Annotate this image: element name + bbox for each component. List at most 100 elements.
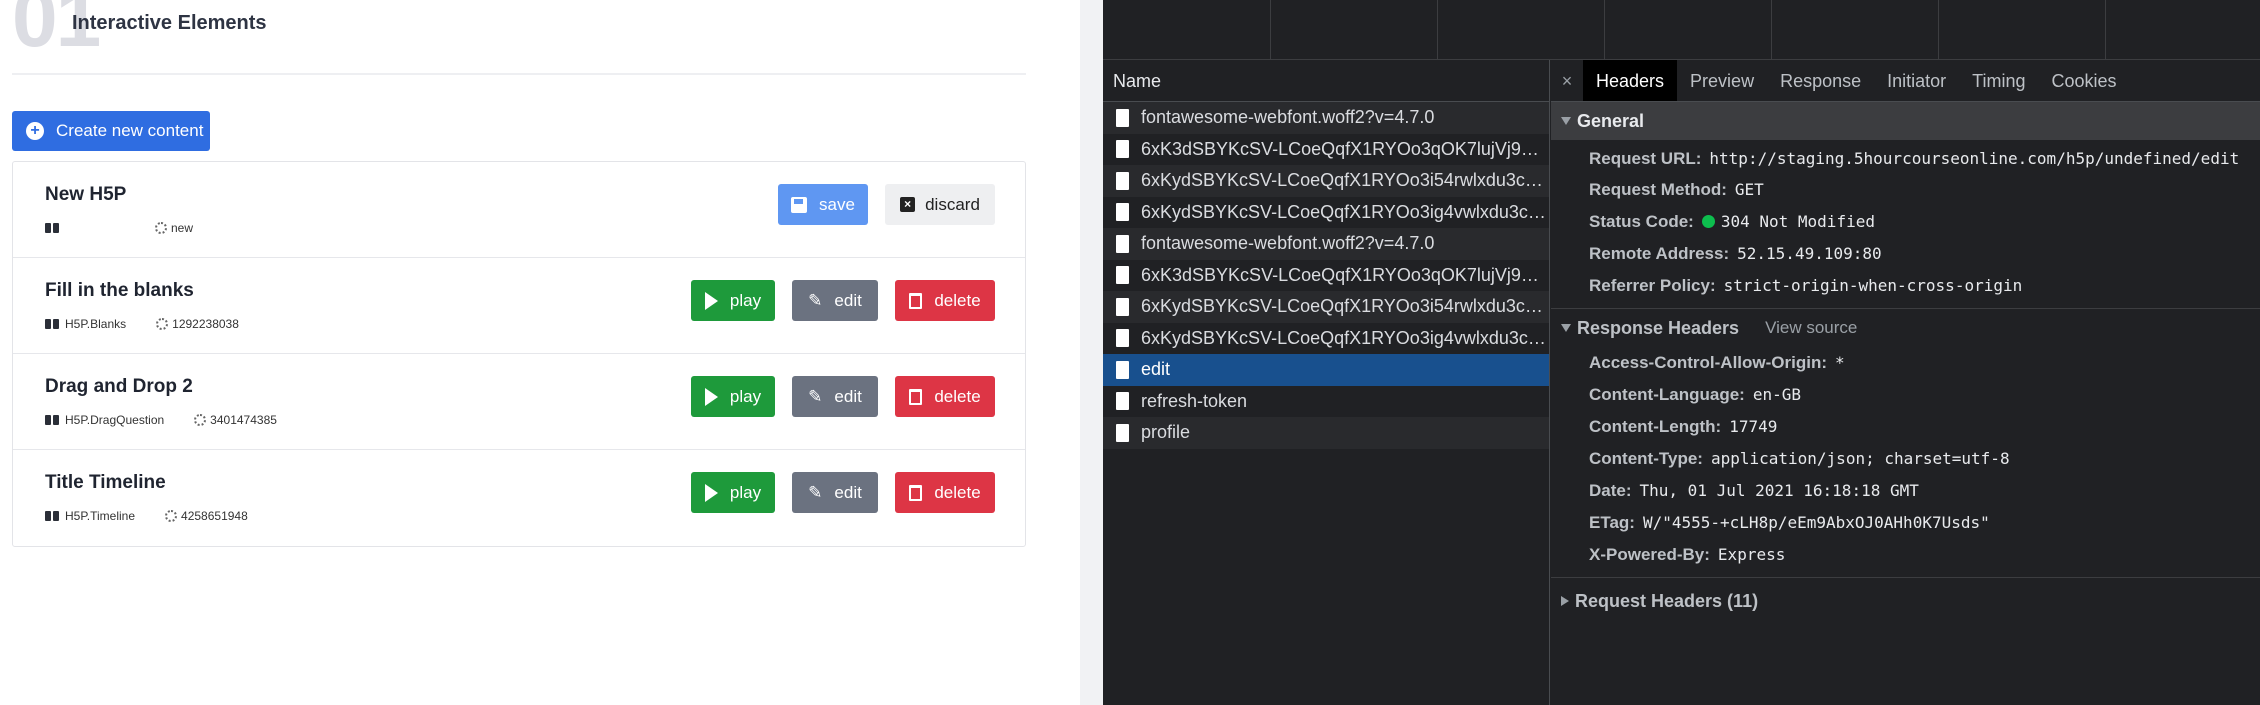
- pencil-icon: ✎: [808, 290, 823, 310]
- delete-label: delete: [934, 482, 981, 502]
- referrer-policy-row: Referrer Policy: strict-origin-when-cross…: [1551, 270, 2260, 302]
- request-name: 6xKydSBYKcSV-LCoeQqfX1RYOo3i54rwlxdu3cOW…: [1141, 170, 1549, 190]
- content-row: Title Timeline H5P.Timeline 4258651948 p…: [13, 450, 1025, 546]
- name-column-header[interactable]: Name: [1103, 60, 1549, 102]
- remote-address-row: Remote Address: 52.15.49.109:80: [1551, 238, 2260, 270]
- request-name: 6xKydSBYKcSV-LCoeQqfX1RYOo3ig4vwlxdu3cOW…: [1141, 327, 1549, 348]
- book-icon: [45, 415, 59, 425]
- request-method-row: Request Method: GET: [1551, 174, 2260, 206]
- play-button[interactable]: play: [691, 280, 775, 321]
- content-meta: H5P.DragQuestion 3401474385: [45, 413, 277, 427]
- request-name: profile: [1141, 422, 1191, 442]
- response-header-row: Date: Thu, 01 Jul 2021 16:18:18 GMT: [1551, 475, 2260, 507]
- section-title: Interactive Elements: [72, 12, 267, 34]
- header-value: *: [1835, 353, 1845, 372]
- play-label: play: [729, 290, 762, 310]
- request-headers-section-header[interactable]: Request Headers (11): [1551, 582, 2260, 620]
- tab-timing[interactable]: Timing: [1959, 60, 2038, 101]
- general-section-header[interactable]: General: [1551, 102, 2260, 140]
- pencil-icon: ✎: [808, 482, 823, 502]
- request-row[interactable]: 6xK3dSBYKcSV-LCoeQqfX1RYOo3qOK7lujVj9w.w…: [1103, 260, 1549, 292]
- discard-button[interactable]: × discard: [885, 184, 995, 225]
- timeline-gridline: [1270, 0, 1271, 60]
- play-icon: [704, 483, 718, 502]
- create-button-label: Create new content: [56, 121, 204, 140]
- fingerprint-icon: [165, 510, 178, 522]
- delete-button[interactable]: delete: [895, 472, 995, 513]
- tab-preview[interactable]: Preview: [1677, 60, 1767, 101]
- content-meta: new: [45, 221, 193, 235]
- edit-label: edit: [834, 482, 862, 502]
- request-row[interactable]: profile: [1103, 417, 1549, 449]
- play-button[interactable]: play: [691, 376, 775, 417]
- request-row[interactable]: refresh-token: [1103, 386, 1549, 418]
- response-headers-section-header[interactable]: Response Headers View source: [1551, 309, 2260, 347]
- request-row[interactable]: 6xK3dSBYKcSV-LCoeQqfX1RYOo3qOK7lujVj9w.w…: [1103, 134, 1549, 166]
- header-value: Thu, 01 Jul 2021 16:18:18 GMT: [1639, 481, 1919, 500]
- save-icon: [791, 196, 808, 213]
- remote-address-key: Remote Address:: [1589, 244, 1730, 263]
- response-header-row: ETag: W/"4555-+cLH8p/eEm9AbxOJ0AHh0K7Usds…: [1551, 507, 2260, 539]
- tab-headers[interactable]: Headers: [1583, 60, 1678, 101]
- request-rows: fontawesome-webfont.woff2?v=4.7.0 6xK3dSB…: [1103, 102, 1549, 449]
- response-header-row: Content-Length: 17749: [1551, 411, 2260, 443]
- play-icon: [704, 291, 718, 310]
- header-value: Express: [1717, 545, 1786, 564]
- request-method-key: Request Method:: [1589, 180, 1727, 199]
- edit-button[interactable]: ✎ edit: [792, 376, 878, 417]
- request-row[interactable]: 6xKydSBYKcSV-LCoeQqfX1RYOo3i54rwlxdu3cOW…: [1103, 291, 1549, 323]
- panel-splitter[interactable]: [1080, 0, 1103, 705]
- document-icon: [1116, 234, 1129, 253]
- referrer-policy-value: strict-origin-when-cross-origin: [1723, 276, 2023, 295]
- timeline-gridline: [1938, 0, 1939, 60]
- content-id: new: [171, 221, 194, 235]
- content-library: H5P.Timeline: [65, 509, 136, 523]
- timeline-gridline: [2105, 0, 2106, 60]
- content-meta: H5P.Timeline 4258651948: [45, 509, 248, 523]
- response-headers-section: Access-Control-Allow-Origin: * Content-Lan…: [1551, 347, 2260, 571]
- create-new-content-button[interactable]: + Create new content: [12, 111, 210, 151]
- tab-cookies[interactable]: Cookies: [2039, 60, 2130, 101]
- request-headers-title: Request Headers (11): [1575, 591, 1759, 611]
- close-square-icon: ×: [900, 197, 916, 212]
- request-row[interactable]: fontawesome-webfont.woff2?v=4.7.0: [1103, 102, 1549, 134]
- request-row[interactable]: 6xKydSBYKcSV-LCoeQqfX1RYOo3i54rwlxdu3cOW…: [1103, 165, 1549, 197]
- save-button[interactable]: save: [778, 184, 868, 225]
- fingerprint-icon: [194, 414, 207, 426]
- play-label: play: [729, 386, 762, 406]
- delete-label: delete: [934, 290, 981, 310]
- content-list: New H5P new save × discard Fill in the b…: [12, 161, 1026, 547]
- request-row[interactable]: 6xKydSBYKcSV-LCoeQqfX1RYOo3ig4vwlxdu3cOW…: [1103, 197, 1549, 229]
- row-actions: play ✎ edit delete: [674, 472, 995, 513]
- response-header-row: Content-Language: en-GB: [1551, 379, 2260, 411]
- play-button[interactable]: play: [691, 472, 775, 513]
- section-divider: [12, 73, 1026, 75]
- trash-icon: [909, 292, 923, 309]
- delete-button[interactable]: delete: [895, 280, 995, 321]
- header-value: 17749: [1729, 417, 1778, 436]
- response-header-row: Access-Control-Allow-Origin: *: [1551, 347, 2260, 379]
- network-overview-timeline[interactable]: [1103, 0, 2260, 60]
- content-row: Drag and Drop 2 H5P.DragQuestion 3401474…: [13, 354, 1025, 450]
- view-source-link[interactable]: View source: [1765, 309, 1857, 347]
- h5p-app: 01 Interactive Elements + Create new con…: [0, 0, 1080, 705]
- plus-circle-icon: +: [26, 122, 44, 140]
- header-key: Content-Language:: [1589, 385, 1745, 404]
- request-row[interactable]: fontawesome-webfont.woff2?v=4.7.0: [1103, 228, 1549, 260]
- content-library: H5P.Blanks: [65, 317, 127, 331]
- content-id: 3401474385: [210, 413, 277, 427]
- content-title: Drag and Drop 2: [45, 376, 193, 397]
- delete-button[interactable]: delete: [895, 376, 995, 417]
- close-icon[interactable]: ×: [1551, 60, 1583, 101]
- delete-label: delete: [934, 386, 981, 406]
- tab-initiator[interactable]: Initiator: [1874, 60, 1959, 101]
- request-url-value: http://staging.5hourcourseonline.com/h5p…: [1709, 149, 2240, 168]
- edit-button[interactable]: ✎ edit: [792, 472, 878, 513]
- edit-button[interactable]: ✎ edit: [792, 280, 878, 321]
- header-key: ETag:: [1589, 513, 1635, 532]
- request-row[interactable]: 6xKydSBYKcSV-LCoeQqfX1RYOo3ig4vwlxdu3cOW…: [1103, 323, 1549, 355]
- referrer-policy-key: Referrer Policy:: [1589, 276, 1716, 295]
- content-row: New H5P new save × discard: [13, 162, 1025, 258]
- request-row[interactable]: edit: [1103, 354, 1549, 386]
- tab-response[interactable]: Response: [1767, 60, 1874, 101]
